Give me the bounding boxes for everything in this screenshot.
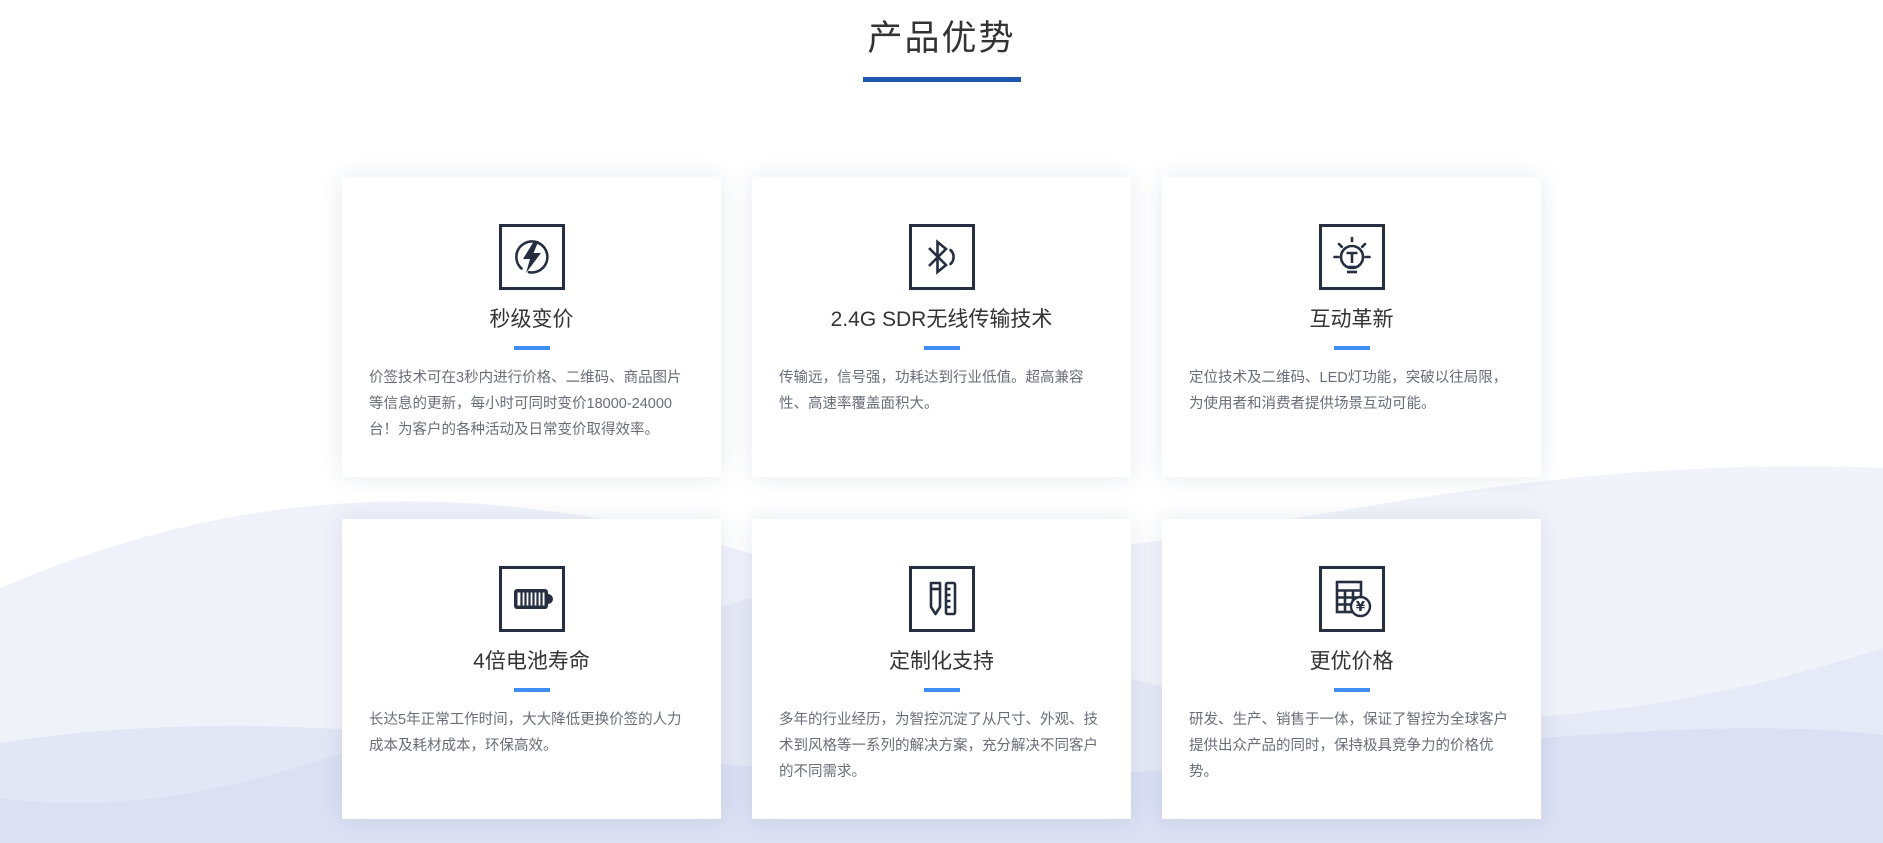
battery-icon [498,566,565,632]
card-divider [1333,688,1370,692]
card-title: 互动革新 [1309,308,1394,331]
card-divider [923,346,960,350]
lightbulb-icon [1318,224,1385,290]
calculator-yuan-icon: ¥ [1318,566,1385,632]
section-header: 产品优势 [0,0,1883,82]
card-description: 传输远，信号强，功耗达到行业低值。超高兼容性、高速率覆盖面积大。 [779,370,1084,412]
card-title: 秒级变价 [489,308,574,331]
page-title: 产品优势 [867,19,1016,58]
bluetooth-icon [908,224,975,290]
card-divider [923,688,960,692]
feature-card-wireless: 2.4G SDR无线传输技术 传输远，信号强，功耗达到行业低值。超高兼容性、高速… [752,177,1131,477]
card-description: 定位技术及二维码、LED灯功能，突破以往局限，为使用者和消费者提供场景互动可能。 [1189,370,1508,412]
card-description: 多年的行业经历，为智控沉淀了从尺寸、外观、技术到风格等一系列的解决方案，充分解决… [779,712,1098,780]
feature-card-interaction: 互动革新 定位技术及二维码、LED灯功能，突破以往局限，为使用者和消费者提供场景… [1162,177,1541,477]
card-description: 研发、生产、销售于一体，保证了智控为全球客户提供出众产品的同时，保持极具竞争力的… [1189,712,1508,780]
feature-card-battery-life: 4倍电池寿命 长达5年正常工作时间，大大降低更换价签的人力成本及耗材成本，环保高… [342,519,721,819]
card-title: 更优价格 [1309,650,1394,673]
card-title: 定制化支持 [889,650,994,673]
card-divider [513,688,550,692]
flash-circle-icon [498,224,565,290]
pencil-ruler-icon [908,566,975,632]
card-divider [513,346,550,350]
feature-card-instant-price-change: 秒级变价 价签技术可在3秒内进行价格、二维码、商品图片等信息的更新，每小时可同时… [342,177,721,477]
card-divider [1333,346,1370,350]
card-description: 长达5年正常工作时间，大大降低更换价签的人力成本及耗材成本，环保高效。 [369,712,682,754]
card-description: 价签技术可在3秒内进行价格、二维码、商品图片等信息的更新，每小时可同时变价180… [369,370,682,438]
svg-text:¥: ¥ [1355,599,1365,615]
card-title: 4倍电池寿命 [473,650,590,673]
card-title: 2.4G SDR无线传输技术 [830,308,1053,331]
feature-cards-grid: 秒级变价 价签技术可在3秒内进行价格、二维码、商品图片等信息的更新，每小时可同时… [0,177,1883,819]
feature-card-customization: 定制化支持 多年的行业经历，为智控沉淀了从尺寸、外观、技术到风格等一系列的解决方… [752,519,1131,819]
title-underline [862,77,1021,82]
feature-card-better-price: ¥ 更优价格 研发、生产、销售于一体，保证了智控为全球客户提供出众产品的同时，保… [1162,519,1541,819]
